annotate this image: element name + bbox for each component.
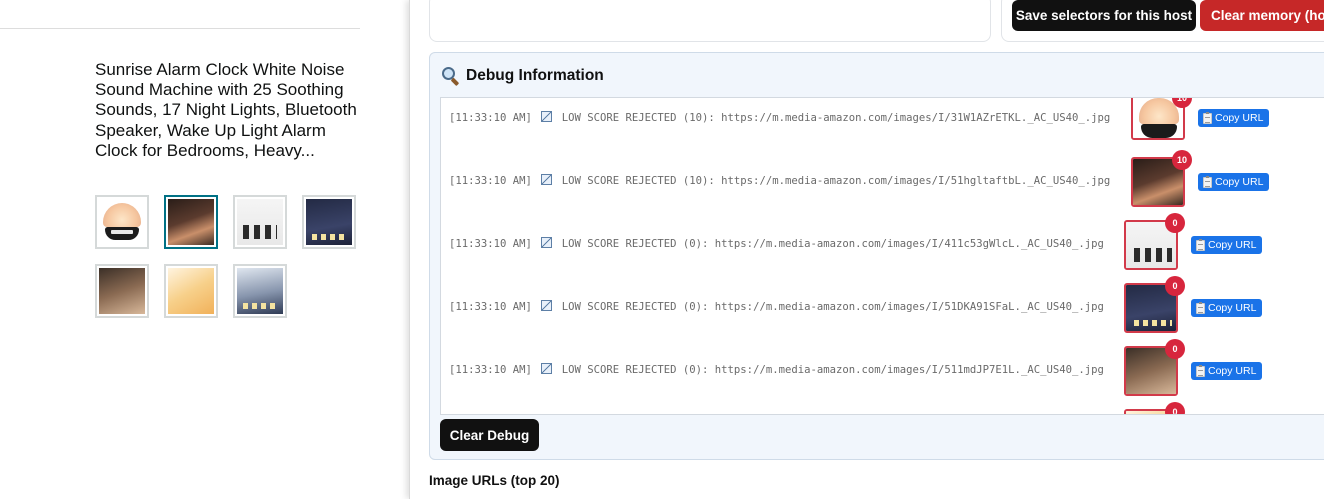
magnifier-icon — [441, 66, 460, 87]
product-thumbnail[interactable] — [233, 264, 287, 318]
divider — [0, 28, 360, 29]
sunrise-glow-image — [168, 268, 214, 314]
debug-log[interactable]: [11:33:10 AM] LOW SCORE REJECTED (10): h… — [440, 97, 1324, 415]
product-thumbnail-selected[interactable] — [164, 195, 218, 249]
lamp-front-image — [99, 199, 145, 245]
product-thumbnail[interactable] — [95, 264, 149, 318]
couple-bed-image — [99, 268, 145, 314]
score-badge: 0 — [1165, 339, 1185, 359]
copy-url-button[interactable]: Copy URL — [1191, 299, 1263, 317]
copy-url-button[interactable]: Copy URL — [1198, 109, 1270, 127]
copy-url-button[interactable]: Copy URL — [1191, 362, 1263, 380]
log-url[interactable]: https://m.media-amazon.com/images/I/31W1… — [721, 112, 1110, 124]
log-line: [11:33:10 AM] LOW SCORE REJECTED (0): ht… — [449, 363, 1104, 376]
log-url[interactable]: https://m.media-amazon.com/images/I/511m… — [715, 364, 1104, 376]
product-page: Sunrise Alarm Clock White Noise Sound Ma… — [0, 0, 409, 499]
log-status: LOW SCORE REJECTED (0): — [561, 364, 709, 376]
image-icon — [541, 300, 553, 311]
log-entry: [11:33:10 AM] LOW SCORE REJECTED (0): ht… — [441, 276, 1324, 346]
log-time: [11:33:10 AM] — [449, 112, 532, 124]
log-url[interactable]: https://m.media-amazon.com/images/I/51hg… — [721, 175, 1110, 187]
copy-url-label: Copy URL — [1208, 239, 1257, 251]
log-url[interactable]: https://m.media-amazon.com/images/I/51DK… — [715, 301, 1104, 313]
log-entry: [11:33:10 AM] LOW SCORE REJECTED (0): ht… — [441, 339, 1324, 409]
copy-url-button[interactable]: Copy URL — [1198, 173, 1270, 191]
score-badge: 0 — [1165, 213, 1185, 233]
log-line: [11:33:10 AM] LOW SCORE REJECTED (0): ht… — [449, 237, 1104, 250]
product-thumbnail[interactable] — [95, 195, 149, 249]
image-icon — [541, 111, 553, 122]
debug-title: Debug Information — [466, 66, 604, 84]
clipboard-icon — [1196, 301, 1205, 314]
score-badge: 0 — [1165, 276, 1185, 296]
copy-url-button[interactable]: Copy URL — [1191, 236, 1263, 254]
extension-panel: Save selectors for this host Clear memor… — [409, 0, 1324, 499]
product-thumbnail[interactable] — [302, 195, 356, 249]
log-status: LOW SCORE REJECTED (10): — [561, 175, 715, 187]
image-urls-heading: Image URLs (top 20) — [429, 473, 560, 488]
debug-section: Debug Information [11:33:10 AM] LOW SCOR… — [429, 52, 1324, 460]
save-selectors-button[interactable]: Save selectors for this host — [1012, 0, 1196, 31]
clipboard-icon — [1196, 238, 1205, 251]
log-status: LOW SCORE REJECTED (0): — [561, 238, 709, 250]
debug-heading: Debug Information — [441, 66, 604, 87]
score-badge: 10 — [1172, 150, 1192, 170]
image-icon — [541, 237, 553, 248]
clipboard-icon — [1196, 364, 1205, 377]
product-thumbnail[interactable] — [164, 264, 218, 318]
copy-url-label: Copy URL — [1208, 365, 1257, 377]
log-time: [11:33:10 AM] — [449, 301, 532, 313]
night-light-panel-image — [237, 199, 283, 245]
clear-memory-button[interactable]: Clear memory (hos — [1200, 0, 1324, 31]
log-line: [11:33:10 AM] LOW SCORE REJECTED (10): h… — [449, 111, 1110, 124]
copy-url-label: Copy URL — [1215, 112, 1264, 124]
log-line: [11:33:10 AM] LOW SCORE REJECTED (10): h… — [449, 174, 1110, 187]
lifestyle-bed-image — [168, 199, 214, 245]
night-light-colors-image — [306, 199, 352, 245]
score-badge: 0 — [1165, 402, 1185, 414]
log-time: [11:33:10 AM] — [449, 175, 532, 187]
clear-debug-button[interactable]: Clear Debug — [440, 419, 539, 451]
clipboard-icon — [1203, 111, 1212, 124]
log-entry: 0 — [441, 402, 1324, 414]
log-line: [11:33:10 AM] LOW SCORE REJECTED (0): ht… — [449, 300, 1104, 313]
log-time: [11:33:10 AM] — [449, 364, 532, 376]
log-status: LOW SCORE REJECTED (10): — [561, 112, 715, 124]
log-entry: [11:33:10 AM] LOW SCORE REJECTED (10): h… — [441, 98, 1324, 157]
selector-input-area[interactable] — [429, 0, 991, 42]
copy-url-label: Copy URL — [1215, 176, 1264, 188]
sleep-sounds-image — [237, 268, 283, 314]
image-icon — [541, 363, 553, 374]
log-time: [11:33:10 AM] — [449, 238, 532, 250]
image-icon — [541, 174, 553, 185]
log-status: LOW SCORE REJECTED (0): — [561, 301, 709, 313]
log-entry: [11:33:10 AM] LOW SCORE REJECTED (0): ht… — [441, 213, 1324, 283]
log-entry: [11:33:10 AM] LOW SCORE REJECTED (10): h… — [441, 150, 1324, 220]
log-url[interactable]: https://m.media-amazon.com/images/I/411c… — [715, 238, 1104, 250]
product-thumbnail[interactable] — [233, 195, 287, 249]
copy-url-label: Copy URL — [1208, 302, 1257, 314]
clipboard-icon — [1203, 175, 1212, 188]
product-title[interactable]: Sunrise Alarm Clock White Noise Sound Ma… — [95, 60, 365, 161]
